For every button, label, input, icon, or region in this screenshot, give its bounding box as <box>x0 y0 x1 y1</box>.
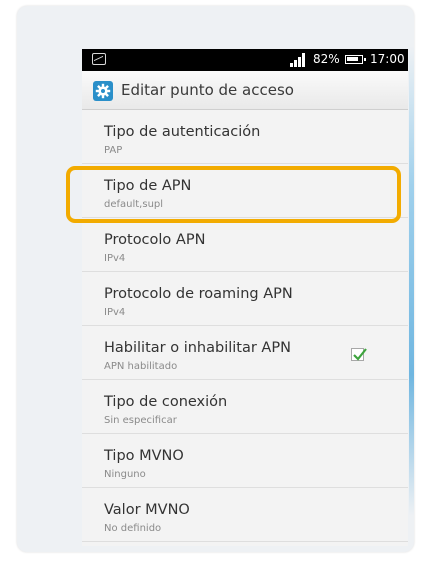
setting-value: No definido <box>104 523 162 534</box>
setting-title: Protocolo de roaming APN <box>104 286 293 302</box>
setting-value: default,supl <box>104 199 164 210</box>
status-time: 17:00 <box>370 52 405 66</box>
page-title: Editar punto de acceso <box>121 81 294 99</box>
picture-icon <box>92 53 106 65</box>
setting-auth-type[interactable]: Tipo de autenticación PAP <box>82 110 408 164</box>
setting-title: Tipo MVNO <box>104 448 184 464</box>
setting-mvno-value[interactable]: Valor MVNO No definido <box>82 488 408 542</box>
setting-apn-enable[interactable]: Habilitar o inhabilitar APN APN habilita… <box>82 326 408 380</box>
setting-value: Ninguno <box>104 469 146 480</box>
signal-icon <box>290 52 310 67</box>
setting-title: Protocolo APN <box>104 232 206 248</box>
setting-value: IPv4 <box>104 307 126 318</box>
settings-list: Tipo de autenticación PAP Tipo de APN de… <box>82 110 408 542</box>
title-bar: Editar punto de acceso <box>82 71 408 110</box>
status-bar: 82% 17:00 <box>82 49 408 71</box>
setting-title: Habilitar o inhabilitar APN <box>104 340 291 356</box>
apn-enabled-checkbox[interactable] <box>351 348 367 361</box>
setting-apn-protocol[interactable]: Protocolo APN IPv4 <box>82 218 408 272</box>
setting-title: Valor MVNO <box>104 502 190 518</box>
setting-mvno-type[interactable]: Tipo MVNO Ninguno <box>82 434 408 488</box>
setting-value: Sin especificar <box>104 415 177 426</box>
setting-apn-type[interactable]: Tipo de APN default,supl <box>82 164 408 218</box>
checkmark-icon <box>353 348 367 361</box>
battery-icon <box>345 55 366 64</box>
setting-connection-type[interactable]: Tipo de conexión Sin especificar <box>82 380 408 434</box>
setting-title: Tipo de APN <box>104 178 192 194</box>
phone-screen: 82% 17:00 Editar punto de acceso Tipo de… <box>82 49 408 546</box>
setting-value: IPv4 <box>104 253 126 264</box>
setting-title: Tipo de conexión <box>104 394 228 410</box>
card-edge-glow <box>409 46 414 516</box>
settings-gear-icon[interactable] <box>93 81 113 101</box>
screenshot-card: 82% 17:00 Editar punto de acceso Tipo de… <box>17 6 414 552</box>
setting-value: APN habilitado <box>104 361 178 372</box>
setting-roaming-protocol[interactable]: Protocolo de roaming APN IPv4 <box>82 272 408 326</box>
battery-percent: 82% <box>313 52 340 66</box>
setting-value: PAP <box>104 145 123 156</box>
setting-title: Tipo de autenticación <box>104 124 261 140</box>
